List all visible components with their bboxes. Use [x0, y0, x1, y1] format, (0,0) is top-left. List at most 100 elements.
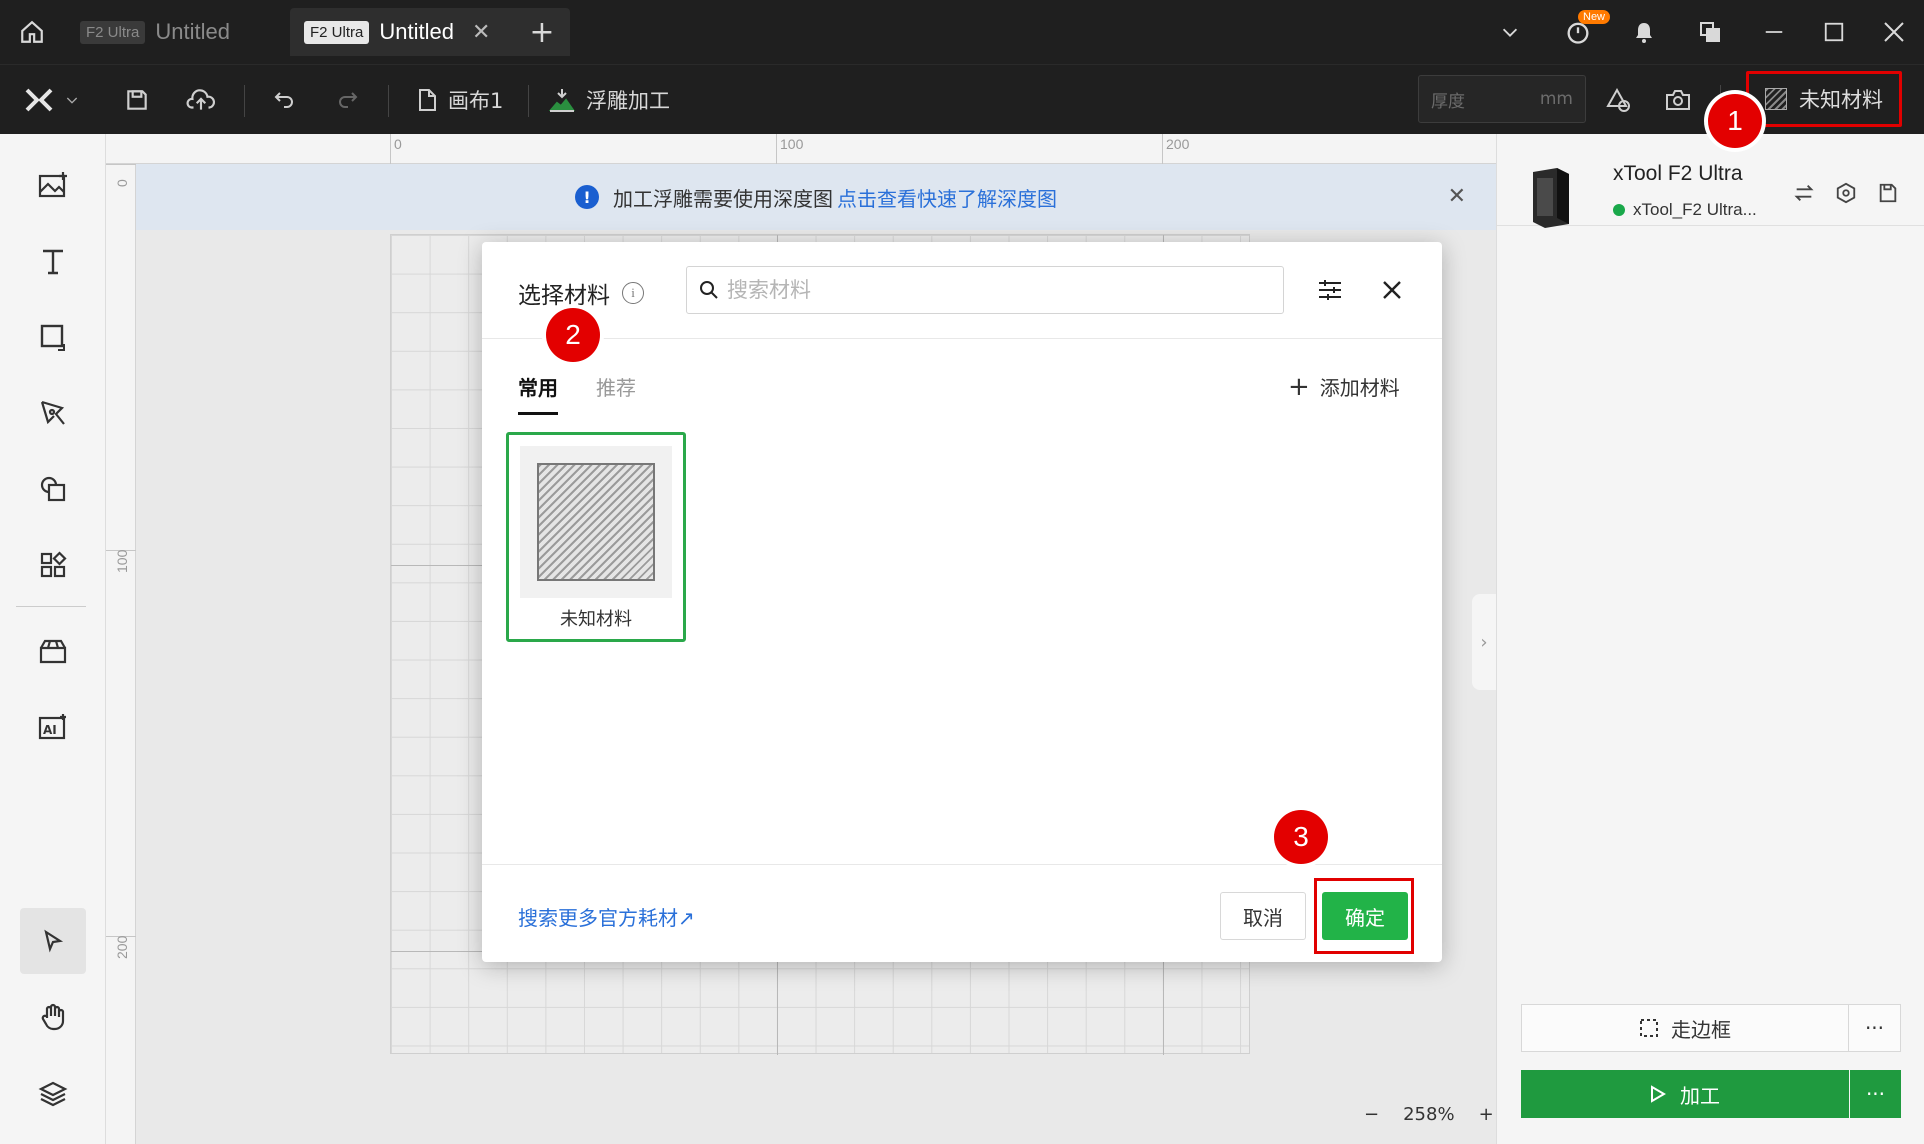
undo-icon[interactable]: [270, 65, 298, 135]
chevron-right-icon[interactable]: ›: [1472, 594, 1496, 690]
confirm-button[interactable]: 确定: [1322, 892, 1408, 940]
material-label: 未知材料: [1799, 88, 1883, 112]
device-connection-label: xTool_F2 Ultra...: [1633, 200, 1757, 219]
save-icon[interactable]: [124, 65, 150, 135]
maximize-icon[interactable]: [1812, 0, 1856, 64]
process-more-button[interactable]: ···: [1850, 1070, 1901, 1118]
info-icon[interactable]: i: [622, 282, 644, 304]
zoom-control: − 258% +: [1352, 1104, 1496, 1125]
select-tool-icon[interactable]: [20, 908, 86, 974]
plus-icon: +: [1288, 371, 1310, 402]
shapes-tool-icon[interactable]: [20, 456, 86, 522]
elements-library-icon[interactable]: [20, 532, 86, 598]
tab-device-badge: F2 Ultra: [80, 20, 146, 44]
minimize-icon[interactable]: [1752, 0, 1796, 64]
ruler-label: 100: [776, 134, 803, 164]
filter-icon[interactable]: [1312, 272, 1348, 308]
chevron-down-icon[interactable]: [1490, 0, 1530, 64]
relief-mode-selector[interactable]: 浮雕加工: [548, 65, 670, 135]
dialog-title: 选择材料 i: [518, 276, 644, 310]
hand-tool-icon[interactable]: [20, 984, 86, 1050]
close-icon[interactable]: [1872, 0, 1916, 64]
material-settings-icon[interactable]: [1604, 65, 1632, 135]
add-material-button[interactable]: + 添加材料: [1288, 372, 1400, 401]
camera-icon[interactable]: [1664, 65, 1692, 135]
depth-map-help-link[interactable]: 点击查看快速了解深度图: [837, 183, 1057, 212]
redo-icon[interactable]: [334, 65, 362, 135]
layers-icon[interactable]: [20, 1060, 86, 1126]
step-marker-1: 1: [1708, 94, 1762, 148]
divider: [388, 85, 389, 117]
rectangle-tool-icon[interactable]: [20, 304, 86, 370]
depth-map-notice: ! 加工浮雕需要使用深度图 点击查看快速了解深度图 ✕: [136, 164, 1496, 230]
zoom-out-button[interactable]: −: [1364, 1104, 1379, 1125]
switch-device-icon[interactable]: [1793, 182, 1815, 208]
title-bar: F2 Ultra Untitled F2 Ultra Untitled ✕ + …: [0, 0, 1924, 64]
notice-close-icon[interactable]: ✕: [1448, 184, 1466, 209]
play-icon: [1651, 1085, 1666, 1103]
notice-text: 加工浮雕需要使用深度图: [613, 186, 833, 211]
thickness-input[interactable]: 厚度 mm: [1418, 75, 1586, 123]
framing-button[interactable]: 走边框: [1521, 1004, 1849, 1052]
left-toolbar: AI: [0, 134, 106, 1144]
step-marker-3: 3: [1274, 810, 1328, 864]
more-official-materials-link[interactable]: 搜索更多官方耗材↗: [518, 902, 695, 931]
ruler-label: 200: [106, 936, 136, 976]
dialog-close-icon[interactable]: [1374, 272, 1410, 308]
chevron-down-icon: [66, 97, 78, 104]
tab-untitled-1[interactable]: F2 Ultra Untitled: [66, 8, 284, 56]
xtool-menu[interactable]: [24, 65, 80, 135]
text-tool-icon[interactable]: [20, 228, 86, 294]
divider: [482, 338, 1442, 339]
cancel-button[interactable]: 取消: [1220, 892, 1306, 940]
tab-label: Untitled: [379, 19, 454, 44]
process-label: 加工: [1680, 1083, 1720, 1108]
machine-icon: [1533, 168, 1569, 228]
bell-icon[interactable]: [1622, 0, 1666, 64]
canvas-selector[interactable]: 画布1: [416, 65, 503, 135]
zoom-level: 258%: [1403, 1104, 1455, 1125]
cloud-upload-icon[interactable]: [186, 65, 216, 135]
framing-more-button[interactable]: ···: [1849, 1004, 1901, 1052]
xtool-logo-icon: [25, 88, 53, 112]
project-box-icon[interactable]: [20, 618, 86, 684]
home-icon[interactable]: [10, 0, 54, 64]
windows-icon[interactable]: [1688, 0, 1732, 64]
divider: [528, 85, 529, 117]
divider: [16, 606, 86, 607]
material-search[interactable]: [686, 266, 1284, 314]
pen-tool-icon[interactable]: [20, 380, 86, 446]
material-button[interactable]: 未知材料: [1746, 71, 1902, 127]
tab-close-icon[interactable]: ✕: [472, 20, 490, 45]
material-thumbnail: [520, 446, 672, 598]
add-tab-button[interactable]: +: [520, 0, 564, 64]
info-icon: !: [575, 185, 599, 209]
material-card-unknown[interactable]: 未知材料: [506, 432, 686, 642]
tab-label: Untitled: [155, 19, 230, 44]
device-settings-icon[interactable]: [1835, 182, 1857, 208]
frame-icon: [1640, 1019, 1658, 1037]
ruler-label: 0: [390, 134, 402, 164]
toolbar: 画布1 浮雕加工 厚度 mm 未知材料: [0, 64, 1924, 134]
tab-recommended[interactable]: 推荐: [596, 372, 636, 401]
tab-common[interactable]: 常用: [518, 372, 558, 415]
ruler-vertical: 0 100 200: [106, 164, 136, 1144]
relief-icon: [548, 89, 575, 112]
mode-label: 浮雕加工: [586, 89, 670, 113]
process-button[interactable]: 加工: [1521, 1070, 1849, 1118]
new-badge: New: [1578, 10, 1611, 24]
add-image-icon[interactable]: [20, 152, 86, 218]
connected-status-dot: [1613, 204, 1625, 216]
ruler-label: 0: [106, 164, 136, 204]
material-name: 未知材料: [560, 609, 632, 630]
ai-image-icon[interactable]: AI: [20, 694, 86, 760]
dialog-title-text: 选择材料: [518, 283, 610, 309]
framing-label: 走边框: [1671, 1017, 1731, 1042]
add-material-label: 添加材料: [1319, 376, 1400, 400]
zoom-in-button[interactable]: +: [1479, 1104, 1494, 1125]
divider: [482, 864, 1442, 865]
device-card: xTool F2 Ultra xTool_F2 Ultra...: [1497, 134, 1924, 228]
right-panel: xTool F2 Ultra xTool_F2 Ultra... 走边框 ···…: [1496, 134, 1924, 1144]
save-to-device-icon[interactable]: [1877, 182, 1899, 208]
search-input[interactable]: [727, 278, 1247, 302]
